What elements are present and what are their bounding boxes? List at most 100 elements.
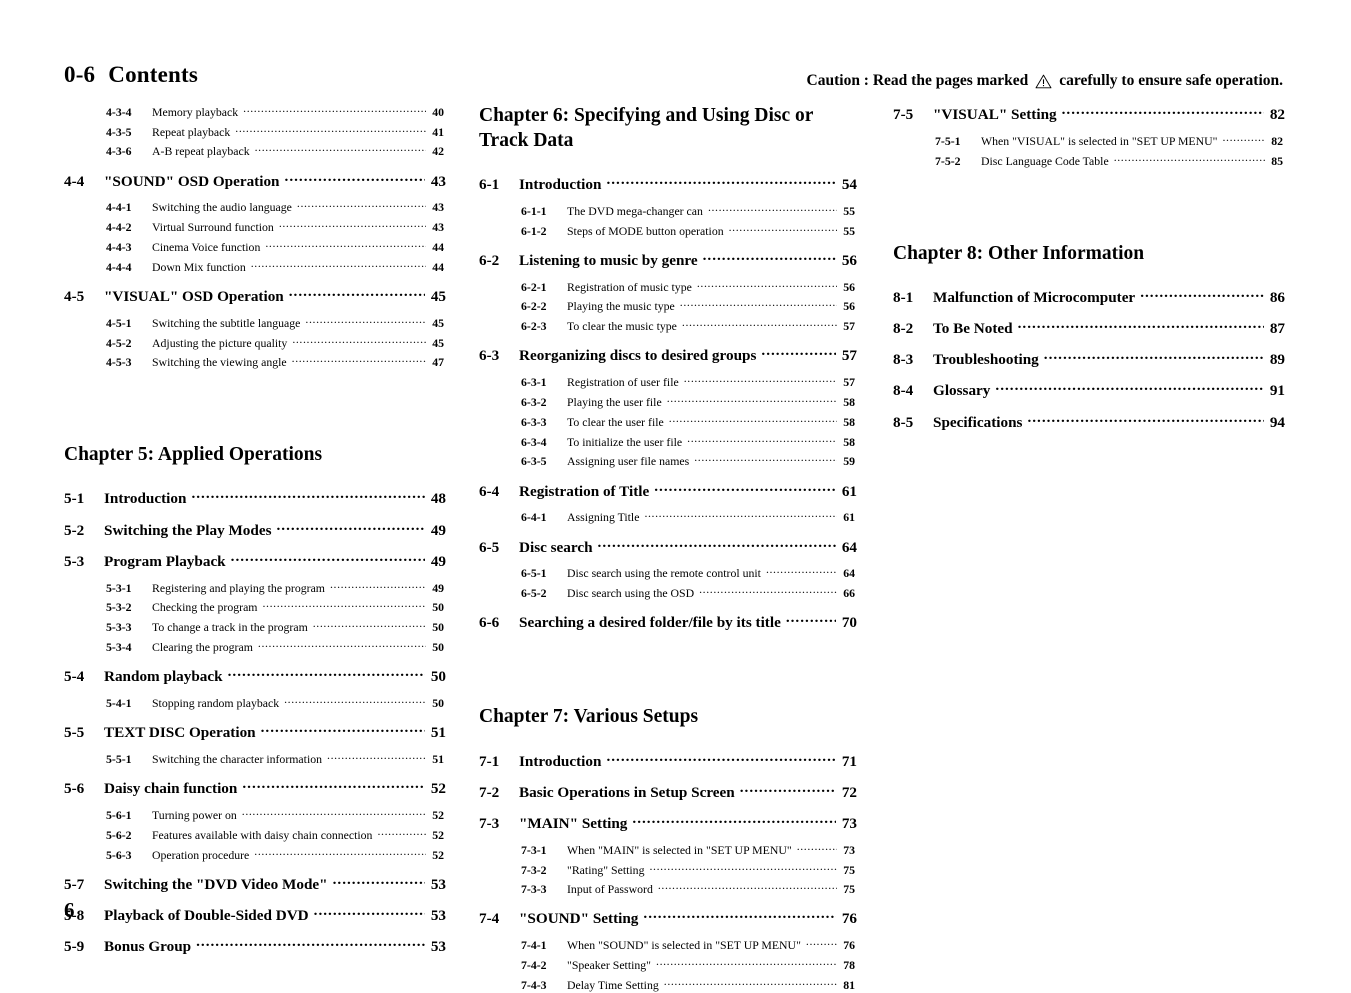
toc-subentry[interactable]: 5-3-4 Clearing the program 50 xyxy=(64,639,446,655)
toc-entry-title: Clearing the program xyxy=(152,640,253,655)
toc-subentry[interactable]: 5-5-1 Switching the character information… xyxy=(64,751,446,767)
toc-subentry[interactable]: 5-3-1 Registering and playing the program… xyxy=(64,580,446,596)
toc-entry-title: Memory playback xyxy=(152,104,239,119)
toc-entry-title: Specifications xyxy=(933,413,1023,431)
dot-leader xyxy=(297,200,426,212)
toc-subentry[interactable]: 7-5-1 When "VISUAL" is selected in "SET U… xyxy=(893,133,1285,149)
toc-entry-page: 58 xyxy=(843,414,855,429)
toc-column-2: Chapter 6: Specifying and Using Disc or … xyxy=(479,104,857,993)
toc-entry-title: "MAIN" Setting xyxy=(519,814,628,832)
toc-subentry[interactable]: 4-4-4 Down Mix function 44 xyxy=(64,259,446,275)
toc-entry-title: To clear the music type xyxy=(567,319,677,334)
toc-entry[interactable]: 4-5 "VISUAL" OSD Operation 45 xyxy=(64,286,446,306)
toc-subentry[interactable]: 6-2-1 Registration of music type 56 xyxy=(479,279,857,295)
toc-subentry[interactable]: 6-2-3 To clear the music type 57 xyxy=(479,318,857,334)
dot-leader xyxy=(242,807,426,819)
toc-entry[interactable]: 7-2 Basic Operations in Setup Screen 72 xyxy=(479,782,857,802)
toc-entry[interactable]: 5-4 Random playback 50 xyxy=(64,666,446,686)
toc-subentry[interactable]: 7-5-2 Disc Language Code Table 85 xyxy=(893,153,1285,169)
toc-entry[interactable]: 5-5 TEXT DISC Operation 51 xyxy=(64,722,446,742)
toc-subentry[interactable]: 4-3-4 Memory playback 40 xyxy=(64,104,446,120)
toc-entry[interactable]: 5-3 Program Playback 49 xyxy=(64,551,446,571)
toc-entry[interactable]: 4-4 "SOUND" OSD Operation 43 xyxy=(64,170,446,190)
toc-subentry[interactable]: 6-4-1 Assigning Title 61 xyxy=(479,510,857,526)
toc-subentry[interactable]: 4-4-3 Cinema Voice function 44 xyxy=(64,239,446,255)
toc-subentry[interactable]: 4-5-1 Switching the subtitle language 45 xyxy=(64,315,446,331)
toc-entry-title: Switching the subtitle language xyxy=(152,315,301,330)
toc-entry[interactable]: 5-8Playback of Double-Sided DVD53 xyxy=(64,905,446,925)
toc-entry-page: 44 xyxy=(432,239,444,254)
dot-leader xyxy=(313,619,426,631)
toc-entry[interactable]: 8-2 To Be Noted 87 xyxy=(893,318,1285,338)
toc-subentry[interactable]: 5-6-3 Operation procedure 52 xyxy=(64,847,446,863)
toc-subentry[interactable]: 7-4-2 "Speaker Setting" 78 xyxy=(479,957,857,973)
dot-leader xyxy=(242,778,424,793)
toc-subentry[interactable]: 6-2-2 Playing the music type 56 xyxy=(479,299,857,315)
toc-entry-number: 6-3-2 xyxy=(521,395,547,410)
toc-subentry[interactable]: 5-3-3 To change a track in the program 50 xyxy=(64,619,446,635)
toc-entry-page: 78 xyxy=(843,958,855,973)
toc-subentry[interactable]: 5-6-1 Turning power on 52 xyxy=(64,807,446,823)
dot-leader xyxy=(1062,104,1264,119)
toc-entry-title: To initialize the user file xyxy=(567,434,683,449)
toc-group: 8-3 Troubleshooting 89 xyxy=(893,349,1285,369)
toc-subentry[interactable]: 6-3-2 Playing the user file 58 xyxy=(479,394,857,410)
toc-entry-title: Registration of Title xyxy=(519,482,650,500)
toc-entry[interactable]: 7-1 Introduction 71 xyxy=(479,750,857,770)
toc-entry[interactable]: 7-4 "SOUND" Setting 76 xyxy=(479,908,857,928)
toc-entry[interactable]: 8-5 Specifications 94 xyxy=(893,411,1285,431)
toc-entry[interactable]: 5-2 Switching the Play Modes 49 xyxy=(64,519,446,539)
dot-leader xyxy=(664,977,837,989)
toc-entry[interactable]: 8-1 Malfunction of Microcomputer 86 xyxy=(893,287,1285,307)
toc-subentry[interactable]: 7-3-1 When "MAIN" is selected in "SET UP … xyxy=(479,842,857,858)
toc-subentry[interactable]: 6-5-2 Disc search using the OSD 66 xyxy=(479,585,857,601)
toc-subentry[interactable]: 4-5-2 Adjusting the picture quality 45 xyxy=(64,335,446,351)
toc-entry[interactable]: 8-3 Troubleshooting 89 xyxy=(893,349,1285,369)
toc-subentry[interactable]: 4-5-3 Switching the viewing angle 47 xyxy=(64,355,446,371)
toc-column-1: 4-3-4 Memory playback 40 4-3-5 Repeat playba… xyxy=(64,104,446,965)
toc-subentry[interactable]: 7-3-3 Input of Password 75 xyxy=(479,882,857,898)
toc-entry[interactable]: 5-1 Introduction 48 xyxy=(64,488,446,508)
toc-subentry[interactable]: 4-4-2 Virtual Surround function 43 xyxy=(64,219,446,235)
toc-subentry[interactable]: 4-4-1 Switching the audio language 43 xyxy=(64,200,446,216)
toc-entry[interactable]: 8-4 Glossary 91 xyxy=(893,380,1285,400)
toc-subentry[interactable]: 5-4-1 Stopping random playback 50 xyxy=(64,695,446,711)
toc-entry-number: 6-2-3 xyxy=(521,319,547,334)
toc-entry[interactable]: 7-3 "MAIN" Setting 73 xyxy=(479,813,857,833)
toc-entry[interactable]: 6-1 Introduction 54 xyxy=(479,174,857,194)
toc-entry[interactable]: 6-5 Disc search 64 xyxy=(479,536,857,556)
toc-subentry[interactable]: 7-3-2 "Rating" Setting 75 xyxy=(479,862,857,878)
toc-entry-title: When "SOUND" is selected in "SET UP MENU… xyxy=(567,938,801,953)
toc-entry[interactable]: 7-5 "VISUAL" Setting 82 xyxy=(893,104,1285,124)
toc-subentry[interactable]: 6-1-2 Steps of MODE button operation 55 xyxy=(479,223,857,239)
dot-leader xyxy=(263,600,427,612)
toc-subentry[interactable]: 6-3-5 Assigning user file names 59 xyxy=(479,454,857,470)
toc-subentry[interactable]: 6-5-1 Disc search using the remote contro… xyxy=(479,566,857,582)
toc-entry-title: Virtual Surround function xyxy=(152,220,274,235)
toc-group: 7-3 "MAIN" Setting 73 7-3-1 When "MAIN" is s… xyxy=(479,813,857,898)
toc-entry[interactable]: 6-2 Listening to music by genre 56 xyxy=(479,250,857,270)
toc-subentry[interactable]: 7-4-3 Delay Time Setting 81 xyxy=(479,977,857,993)
toc-subentry[interactable]: 5-3-2 Checking the program 50 xyxy=(64,600,446,616)
toc-subentry[interactable]: 6-3-1 Registration of user file 57 xyxy=(479,374,857,390)
toc-entry-title: Searching a desired folder/file by its t… xyxy=(519,614,781,632)
toc-entry[interactable]: 6-4 Registration of Title 61 xyxy=(479,480,857,500)
toc-entry[interactable]: 5-6 Daisy chain function 52 xyxy=(64,778,446,798)
dot-leader xyxy=(305,315,426,327)
toc-entry-number: 6-2-1 xyxy=(521,279,547,294)
toc-entry[interactable]: 5-7 Switching the "DVD Video Mode" 53 xyxy=(64,874,446,894)
toc-subentry[interactable]: 4-3-6 A-B repeat playback 42 xyxy=(64,144,446,160)
toc-subentry[interactable]: 6-1-1 The DVD mega-changer can 55 xyxy=(479,203,857,219)
toc-entry[interactable]: 6-3 Reorganizing discs to desired groups 5… xyxy=(479,345,857,365)
dot-leader xyxy=(766,566,837,578)
toc-entry[interactable]: 5-9 Bonus Group 53 xyxy=(64,936,446,956)
dot-leader xyxy=(191,488,424,503)
toc-subentry[interactable]: 4-3-5 Repeat playback 41 xyxy=(64,124,446,140)
toc-subentry[interactable]: 6-3-3 To clear the user file 58 xyxy=(479,414,857,430)
toc-subentry[interactable]: 6-3-4 To initialize the user file 58 xyxy=(479,434,857,450)
toc-group: 8-4 Glossary 91 xyxy=(893,380,1285,400)
toc-entry[interactable]: 6-6 Searching a desired folder/file by it… xyxy=(479,612,857,632)
toc-subentry[interactable]: 5-6-2 Features available with daisy chain… xyxy=(64,827,446,843)
toc-entry-title: To Be Noted xyxy=(933,320,1013,338)
toc-subentry[interactable]: 7-4-1 When "SOUND" is selected in "SET UP… xyxy=(479,937,857,953)
